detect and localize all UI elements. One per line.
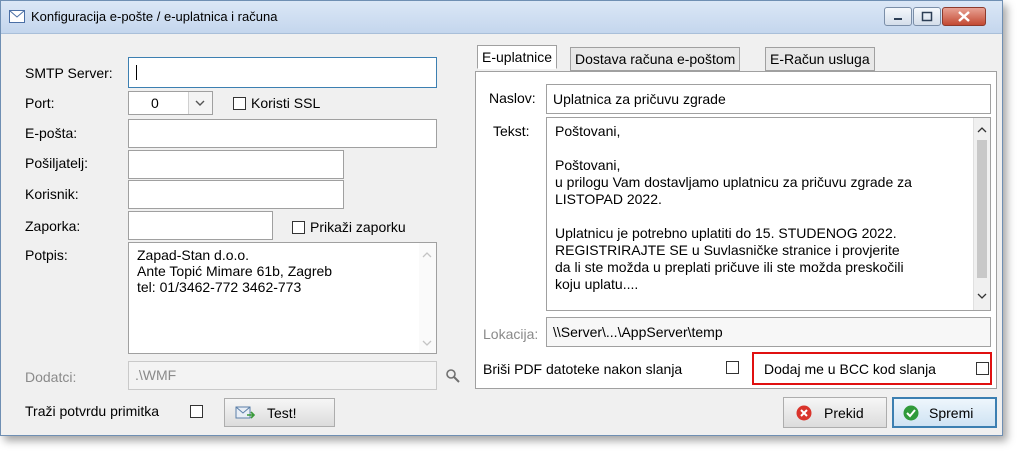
send-mail-icon	[235, 406, 255, 419]
bcc-label: Dodaj me u BCC kod slanja	[764, 361, 936, 377]
smtp-label: SMTP Server:	[25, 65, 113, 81]
save-button[interactable]: Spremi	[892, 397, 997, 428]
search-icon[interactable]	[445, 368, 461, 384]
text-caret	[136, 65, 137, 80]
port-value: 0	[151, 95, 159, 111]
body-textarea[interactable]: Poštovani, Poštovani, u prilogu Vam dost…	[546, 117, 991, 311]
location-label: Lokacija:	[483, 326, 539, 342]
bcc-highlight: Dodaj me u BCC kod slanja	[752, 352, 992, 385]
signature-scrollbar[interactable]	[419, 243, 436, 353]
bcc-checkbox[interactable]	[976, 362, 989, 375]
body-line: REGISTRIRAJTE SE u Suvlasničke stranice …	[555, 242, 900, 258]
envelope-icon	[9, 10, 25, 23]
save-button-label: Spremi	[929, 405, 974, 421]
scroll-arrows-icon	[422, 252, 432, 346]
body-line	[555, 208, 982, 225]
receipt-checkbox[interactable]	[190, 405, 203, 418]
location-input[interactable]: \\Server\...\AppServer\temp	[546, 317, 991, 347]
ssl-label: Koristi SSL	[251, 95, 321, 111]
show-password-checkbox[interactable]	[292, 221, 305, 234]
minimize-button[interactable]	[884, 7, 912, 26]
signature-line: Ante Topić Mimare 61b, Zagreb	[137, 263, 333, 279]
signature-label: Potpis:	[25, 247, 68, 263]
body-line: da li ste možda u preplati pričuve ili s…	[555, 259, 904, 275]
cancel-icon	[796, 405, 812, 421]
port-label: Port:	[25, 95, 55, 111]
body-line: Poštovani,	[555, 123, 621, 139]
attachments-input: .\WMF	[128, 361, 437, 390]
ssl-checkbox[interactable]	[233, 97, 246, 110]
body-line: koju uplatu....	[555, 276, 639, 292]
cancel-button-label: Prekid	[824, 405, 864, 421]
minimize-icon	[894, 18, 902, 20]
delete-pdf-checkbox[interactable]	[726, 361, 739, 374]
delete-pdf-label: Briši PDF datoteke nakon slanja	[483, 361, 683, 377]
port-dropdown-button[interactable]	[188, 92, 212, 114]
dialog-content: SMTP Server: Port: 0 Koristi SSL E-pošta…	[1, 34, 1002, 435]
checkmark-icon	[903, 405, 919, 421]
email-label: E-pošta:	[25, 125, 78, 141]
close-icon	[958, 11, 970, 22]
signature-line: Zapad-Stan d.o.o.	[137, 247, 250, 263]
subject-input[interactable]: Uplatnica za pričuvu zgrade	[546, 84, 991, 114]
tab-e-uplatnice[interactable]: E-uplatnice	[477, 45, 558, 69]
receipt-label: Traži potvrdu primitka	[25, 403, 160, 419]
scroll-arrows-icon	[977, 127, 987, 299]
tab-e-racun-usluga[interactable]: E-Račun usluga	[765, 47, 875, 71]
test-button-label: Test!	[267, 405, 297, 421]
sender-label: Pošiljatelj:	[25, 155, 89, 171]
config-window: Konfiguracija e-pošte / e-uplatnica i ra…	[0, 0, 1003, 436]
signature-textarea[interactable]: Zapad-Stan d.o.o. Ante Topić Mimare 61b,…	[128, 242, 437, 354]
show-password-label: Prikaži zaporku	[310, 219, 406, 235]
user-input[interactable]	[128, 180, 344, 209]
body-line: Uplatnicu je potrebno uplatiti do 15. ST…	[555, 225, 897, 241]
user-label: Korisnik:	[25, 186, 79, 202]
tab-panel: Naslov: Uplatnica za pričuvu zgrade Teks…	[475, 71, 997, 389]
smtp-input[interactable]	[128, 57, 437, 88]
body-line	[555, 140, 982, 157]
body-label: Tekst:	[493, 123, 530, 139]
port-select[interactable]: 0	[128, 91, 213, 115]
maximize-button[interactable]	[913, 7, 941, 26]
email-input[interactable]	[128, 119, 437, 148]
body-line: u prilogu Vam dostavljamo uplatnicu za p…	[555, 174, 912, 190]
title-bar: Konfiguracija e-pošte / e-uplatnica i ra…	[1, 1, 1002, 34]
password-input[interactable]	[128, 211, 273, 240]
sender-input[interactable]	[128, 150, 344, 179]
subject-label: Naslov:	[489, 90, 536, 106]
tab-dostava-racuna[interactable]: Dostava računa e-poštom	[570, 47, 741, 71]
body-line: LISTOPAD 2022.	[555, 191, 662, 207]
password-label: Zaporka:	[25, 218, 81, 234]
signature-line: tel: 01/3462-772 3462-773	[137, 279, 302, 295]
chevron-down-icon	[195, 100, 205, 106]
close-button[interactable]	[942, 7, 986, 26]
cancel-button[interactable]: Prekid	[783, 397, 887, 428]
window-title: Konfiguracija e-pošte / e-uplatnica i ra…	[31, 9, 278, 24]
attachments-label: Dodatci:	[25, 369, 77, 385]
test-button[interactable]: Test!	[224, 398, 335, 427]
body-scrollbar[interactable]	[973, 118, 990, 310]
maximize-icon	[921, 11, 933, 22]
body-line: Poštovani,	[555, 157, 621, 173]
